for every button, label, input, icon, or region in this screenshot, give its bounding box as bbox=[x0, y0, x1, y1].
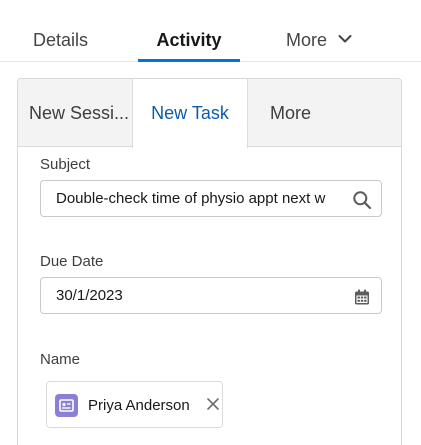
close-icon[interactable] bbox=[205, 396, 221, 412]
sub-tab-new-task[interactable]: New Task bbox=[132, 79, 248, 148]
activity-sub-tab-bar: New Sessi... New Task More bbox=[18, 79, 401, 148]
search-icon[interactable] bbox=[352, 190, 372, 210]
tab-more[interactable]: More bbox=[286, 0, 352, 62]
sub-tab-more[interactable]: More bbox=[270, 79, 311, 147]
active-tab-indicator bbox=[138, 59, 240, 62]
calendar-icon[interactable] bbox=[352, 287, 372, 307]
tab-more-label: More bbox=[286, 30, 328, 50]
due-date-label: Due Date bbox=[40, 253, 104, 270]
selected-contact-pill[interactable]: Priya Anderson bbox=[46, 381, 223, 428]
activity-composer-panel: New Sessi... New Task More Subject Doubl… bbox=[17, 78, 402, 445]
subject-field[interactable]: Double-check time of physio appt next w bbox=[40, 180, 382, 217]
name-label: Name bbox=[40, 351, 81, 368]
due-date-field[interactable]: 30/1/2023 bbox=[40, 277, 382, 314]
subject-value: Double-check time of physio appt next w bbox=[56, 190, 326, 207]
tab-details[interactable]: Details bbox=[33, 0, 88, 62]
tab-activity-label: Activity bbox=[156, 30, 222, 50]
sub-tab-new-session[interactable]: New Sessi... bbox=[29, 79, 129, 147]
selected-contact-name: Priya Anderson bbox=[88, 397, 190, 414]
name-lookup-field[interactable]: Priya Anderson bbox=[40, 375, 382, 435]
tab-activity[interactable]: Activity bbox=[138, 0, 240, 62]
top-tab-bar: Details Activity More bbox=[0, 0, 421, 62]
subject-label: Subject bbox=[40, 156, 91, 173]
chevron-down-icon bbox=[338, 35, 352, 43]
due-date-value: 30/1/2023 bbox=[56, 287, 123, 304]
contact-icon bbox=[55, 394, 78, 417]
